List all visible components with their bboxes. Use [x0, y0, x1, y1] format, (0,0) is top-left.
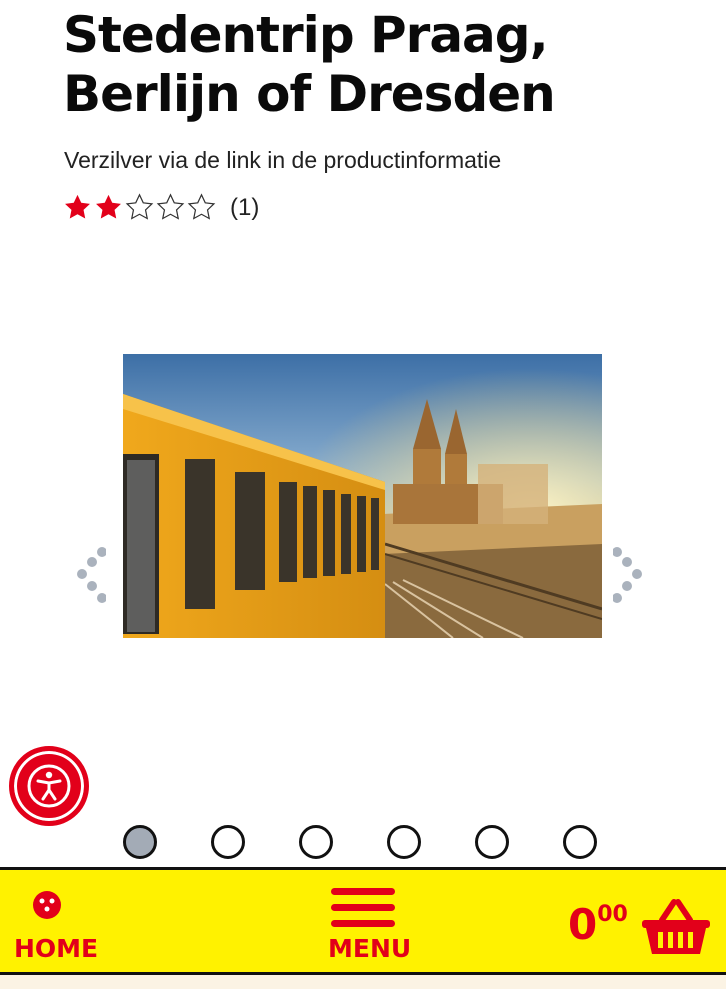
next-image-button[interactable]: [612, 544, 645, 608]
chevron-right-icon: [612, 547, 642, 603]
gallery-pagination: [123, 825, 651, 859]
home-label: HOME: [14, 934, 99, 963]
product-title-line-1: Stedentrip Praag,: [63, 6, 549, 64]
bottom-navigation: HOME MENU 000: [0, 867, 726, 975]
star-empty-icon: [125, 193, 154, 220]
product-image[interactable]: [123, 354, 602, 638]
cart-price-main: 0: [568, 900, 598, 949]
home-dice-icon: [33, 891, 61, 919]
gallery-dot-6[interactable]: [563, 825, 597, 859]
gallery-dot-5[interactable]: [475, 825, 509, 859]
star-filled-icon: [96, 194, 121, 219]
star-empty-icon: [156, 193, 185, 220]
gallery-dot-2[interactable]: [211, 825, 245, 859]
accessibility-button[interactable]: [9, 746, 89, 826]
accessibility-icon: [27, 764, 71, 808]
cart-total: 000: [568, 900, 628, 949]
menu-label: MENU: [328, 934, 412, 963]
previous-image-button[interactable]: [74, 544, 107, 608]
product-title-line-2: Berlijn of Dresden: [63, 65, 556, 123]
bottom-edge: [0, 975, 726, 989]
hamburger-menu-icon: [331, 888, 395, 927]
gallery-dot-1[interactable]: [123, 825, 157, 859]
chevron-left-icon: [77, 547, 107, 603]
rating-count: (1): [230, 193, 260, 221]
product-title: Stedentrip Praag, Berlijn of Dresden: [63, 6, 556, 124]
product-subtitle: Verzilver via de link in de productinfor…: [64, 147, 502, 173]
star-empty-icon: [187, 193, 216, 220]
product-rating[interactable]: (1): [63, 193, 259, 222]
gallery-dot-3[interactable]: [299, 825, 333, 859]
gallery-dot-4[interactable]: [387, 825, 421, 859]
cart-price-cents: 00: [597, 902, 628, 927]
train-photo: [123, 354, 602, 638]
star-filled-icon: [65, 194, 90, 219]
basket-icon: [642, 899, 710, 954]
